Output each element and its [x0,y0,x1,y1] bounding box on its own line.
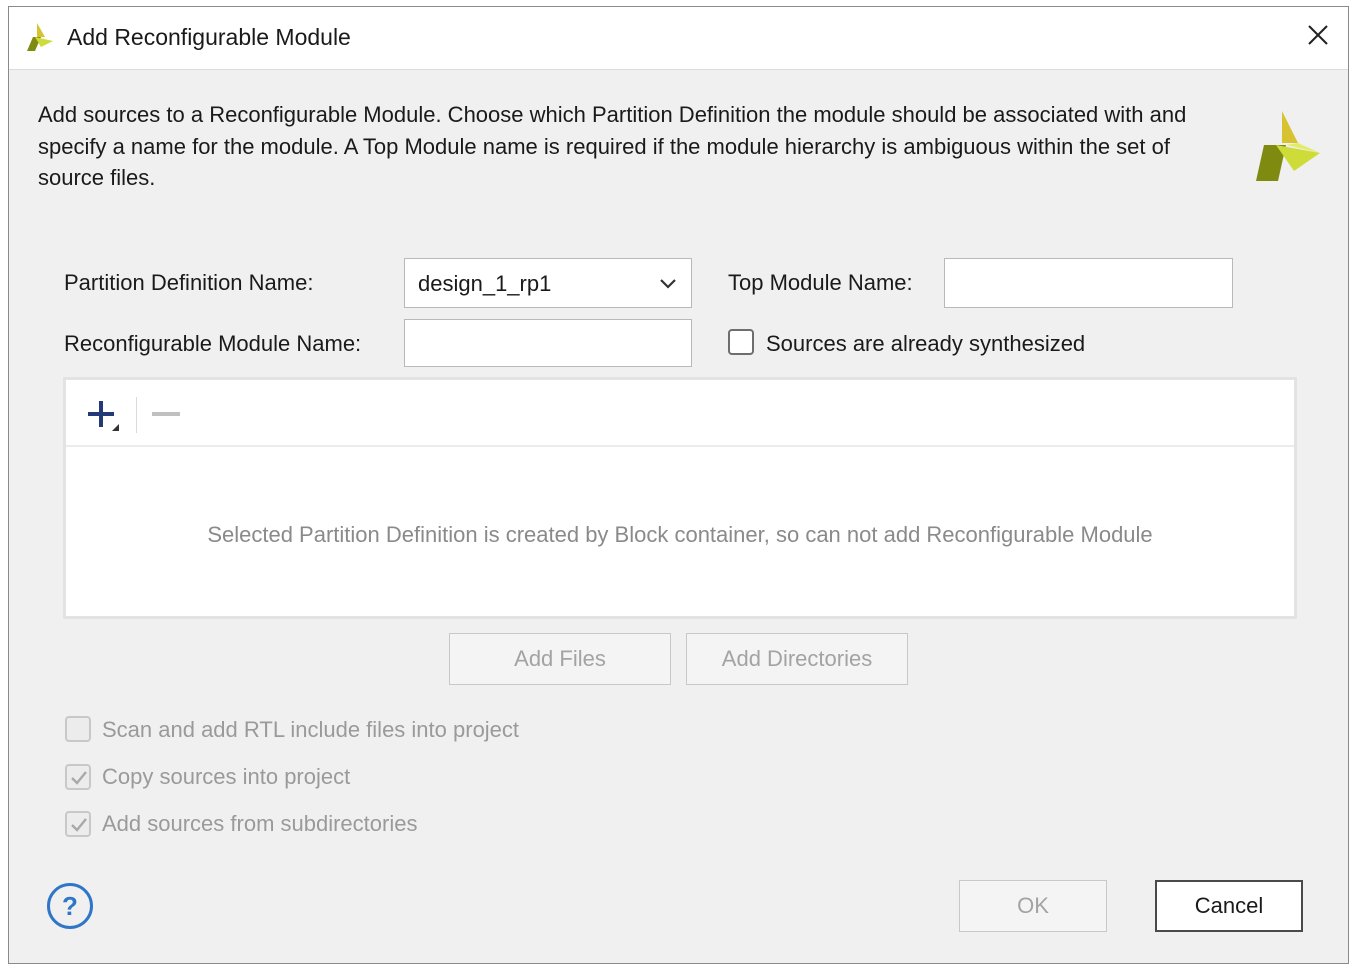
chevron-down-icon [659,277,677,295]
close-button[interactable] [1298,15,1338,55]
sources-toolbar [66,380,1294,447]
window-title: Add Reconfigurable Module [67,24,351,50]
reconfigurable-module-input[interactable] [404,319,692,367]
add-subdirectories-checkbox[interactable] [65,811,91,837]
copy-sources-label: Copy sources into project [102,764,351,789]
title-bar: Add Reconfigurable Module [9,7,1348,70]
partition-definition-select[interactable]: design_1_rp1 [404,258,692,308]
top-module-input[interactable] [944,258,1233,308]
add-files-button[interactable]: Add Files [449,633,671,685]
help-button[interactable]: ? [47,883,93,929]
sources-synthesized-label: Sources are already synthesized [766,331,1086,356]
plus-icon [88,401,119,431]
xilinx-logo-icon [1252,111,1320,181]
sources-empty-message: Selected Partition Definition is created… [207,522,1153,547]
remove-source-button[interactable] [152,407,182,421]
cancel-button[interactable]: Cancel [1155,880,1303,932]
partition-definition-label: Partition Definition Name: [64,270,314,295]
close-icon [1308,25,1328,45]
sources-synthesized-checkbox[interactable] [728,329,754,355]
add-source-button[interactable] [86,397,128,437]
sources-panel: Selected Partition Definition is created… [63,377,1297,619]
add-directories-button[interactable]: Add Directories [686,633,908,685]
checkmark-icon [71,818,87,832]
xilinx-logo-icon [23,21,53,51]
copy-sources-checkbox[interactable] [65,764,91,790]
toolbar-divider [136,397,137,433]
partition-definition-value: design_1_rp1 [418,271,552,296]
add-subdirectories-label: Add sources from subdirectories [102,811,418,836]
minus-icon [152,412,180,416]
dialog-window: Add Reconfigurable Module Add sources to… [8,6,1349,964]
checkmark-icon [71,771,87,785]
scan-rtl-include-checkbox[interactable] [65,716,91,742]
dialog-description: Add sources to a Reconfigurable Module. … [38,102,1187,190]
reconfigurable-module-label: Reconfigurable Module Name: [64,331,362,356]
ok-button[interactable]: OK [959,880,1107,932]
top-module-label: Top Module Name: [728,270,913,295]
scan-rtl-include-label: Scan and add RTL include files into proj… [102,717,520,742]
